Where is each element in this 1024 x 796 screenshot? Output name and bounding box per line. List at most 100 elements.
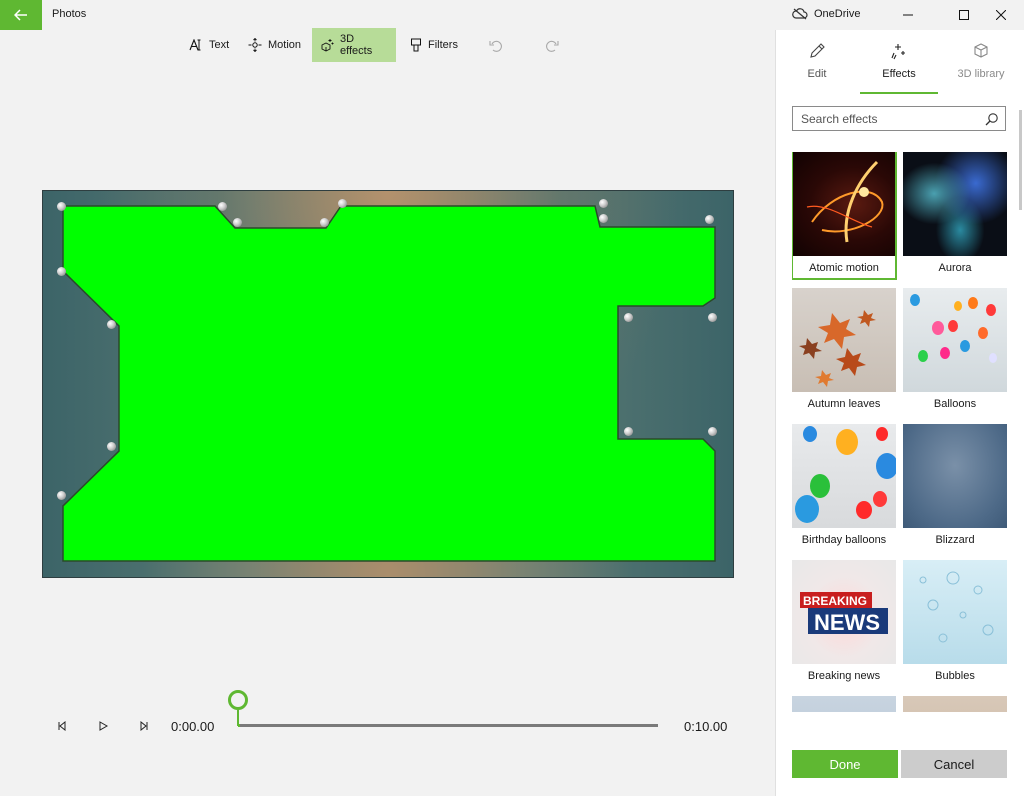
timeline-thumb-stem xyxy=(237,710,239,726)
onedrive-status[interactable]: OneDrive xyxy=(792,8,860,20)
total-time: 0:10.00 xyxy=(684,719,728,734)
effect-thumbnail xyxy=(792,696,896,712)
effect-label: Birthday balloons xyxy=(801,534,887,546)
rivet xyxy=(708,427,717,436)
effect-label: Balloons xyxy=(933,398,977,410)
effect-label: Autumn leaves xyxy=(807,398,881,410)
close-button[interactable] xyxy=(978,0,1024,30)
effect-thumbnail xyxy=(903,560,1007,664)
green-screen-area xyxy=(62,205,716,562)
play-icon xyxy=(99,721,108,731)
rivet xyxy=(57,267,66,276)
effect-label: Breaking news xyxy=(807,670,881,682)
title-bar: Photos OneDrive xyxy=(0,0,1024,30)
sparkle-cube-icon xyxy=(321,39,334,52)
tab-3d-library[interactable]: 3D library xyxy=(940,30,1022,94)
tab-label: Effects xyxy=(882,68,916,80)
effect-tile-partial[interactable] xyxy=(903,696,1007,712)
effect-tile-breaking-news[interactable]: BREAKING NEWS Breaking news xyxy=(792,560,896,682)
effects-panel: Edit Effects 3D library Atomic motion Au… xyxy=(775,30,1024,796)
rivet xyxy=(599,214,608,223)
playback-controls: 0:00.00 0:10.00 xyxy=(0,690,775,750)
tab-edit[interactable]: Edit xyxy=(776,30,858,94)
rivet xyxy=(338,199,347,208)
previous-frame-button[interactable] xyxy=(52,716,72,736)
undo-button[interactable] xyxy=(480,28,510,62)
effect-thumbnail xyxy=(903,424,1007,528)
step-back-icon xyxy=(58,721,66,731)
effect-thumbnail xyxy=(903,288,1007,392)
effect-tile-bubbles[interactable]: Bubbles xyxy=(903,560,1007,682)
onedrive-label: OneDrive xyxy=(814,8,861,20)
rivet xyxy=(320,218,329,227)
search-icon[interactable] xyxy=(985,112,999,126)
rivet xyxy=(218,202,227,211)
arrow-left-icon xyxy=(14,9,27,21)
done-button[interactable]: Done xyxy=(792,750,898,778)
rivet xyxy=(57,491,66,500)
effect-label: Aurora xyxy=(938,262,972,274)
effect-label: Blizzard xyxy=(935,534,975,546)
effect-thumbnail: BREAKING NEWS xyxy=(792,560,896,664)
cancel-button[interactable]: Cancel xyxy=(901,750,1007,778)
effects-grid: Atomic motion Aurora Autumn leaves Ballo… xyxy=(792,152,1008,712)
filter-icon xyxy=(411,38,421,52)
rivet xyxy=(705,215,714,224)
effect-tile-partial[interactable] xyxy=(792,696,896,712)
effect-thumbnail xyxy=(792,424,896,528)
redo-icon xyxy=(546,40,559,52)
close-icon xyxy=(996,10,1006,20)
3d-effects-button[interactable]: 3D effects xyxy=(312,28,396,62)
effect-tile-atomic-motion[interactable]: Atomic motion xyxy=(792,152,897,280)
text-label: Text xyxy=(209,39,230,51)
rivet xyxy=(233,218,242,227)
tab-label: Edit xyxy=(807,68,827,80)
motion-button[interactable]: Motion xyxy=(240,28,309,62)
tab-effects[interactable]: Effects xyxy=(858,30,940,94)
text-button[interactable]: Text xyxy=(181,28,237,62)
rivet xyxy=(107,320,116,329)
text-icon xyxy=(189,39,201,51)
effect-tile-balloons[interactable]: Balloons xyxy=(903,288,1007,410)
search-box[interactable] xyxy=(792,106,1006,131)
next-frame-button[interactable] xyxy=(134,716,154,736)
cloud-off-icon xyxy=(792,8,808,20)
pencil-icon xyxy=(810,43,825,58)
cube-icon xyxy=(974,43,988,58)
effect-tile-birthday-balloons[interactable]: Birthday balloons xyxy=(792,424,896,546)
effect-thumbnail xyxy=(792,288,896,392)
minimize-icon xyxy=(903,14,913,16)
app-title: Photos xyxy=(52,8,87,20)
effect-tile-aurora[interactable]: Aurora xyxy=(903,152,1007,274)
redo-button[interactable] xyxy=(538,28,568,62)
back-button[interactable] xyxy=(0,0,42,30)
rivet xyxy=(624,313,633,322)
rivet xyxy=(708,313,717,322)
effect-label: Bubbles xyxy=(935,670,975,682)
effect-tile-autumn-leaves[interactable]: Autumn leaves xyxy=(792,288,896,410)
timeline-thumb[interactable] xyxy=(228,690,248,710)
search-input[interactable] xyxy=(801,111,981,127)
editor-toolbar: Text Motion 3D effects Filters xyxy=(0,28,775,62)
scrollbar-thumb[interactable] xyxy=(1019,110,1022,210)
video-preview[interactable] xyxy=(42,190,734,578)
sparkle-icon xyxy=(891,44,905,60)
effect-thumbnail xyxy=(903,696,1007,712)
filters-button[interactable]: Filters xyxy=(402,28,466,62)
rivet xyxy=(57,202,66,211)
current-time: 0:00.00 xyxy=(171,719,215,734)
play-button[interactable] xyxy=(93,716,113,736)
filters-label: Filters xyxy=(428,39,458,51)
rivet xyxy=(624,427,633,436)
maximize-icon xyxy=(959,10,969,20)
effect-thumbnail xyxy=(792,152,896,256)
timeline-track[interactable] xyxy=(238,724,658,727)
effect-label: Atomic motion xyxy=(809,262,879,274)
tab-label: 3D library xyxy=(957,68,1005,80)
undo-icon xyxy=(489,40,502,52)
motion-icon xyxy=(248,38,262,52)
panel-scrollbar[interactable] xyxy=(1019,92,1023,732)
effect-tile-blizzard[interactable]: Blizzard xyxy=(903,424,1007,546)
breaking-text: BREAKING xyxy=(803,594,867,608)
minimize-button[interactable] xyxy=(885,0,931,30)
